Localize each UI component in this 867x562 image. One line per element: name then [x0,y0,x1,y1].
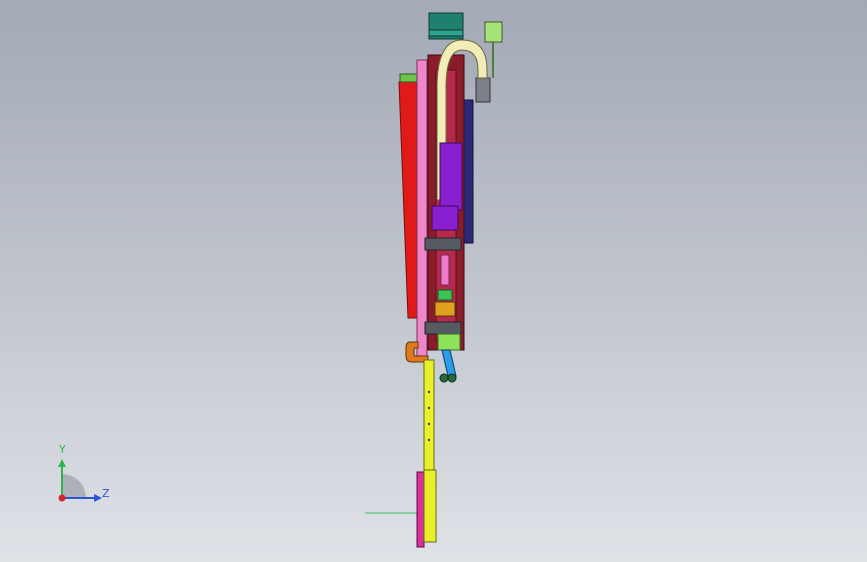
rod-hole [427,390,431,394]
rod-hole [427,422,431,426]
green-tab [399,73,419,83]
coordinate-triad [58,459,102,502]
cad-viewport[interactable]: Y Z [0,0,867,562]
clamp-upper [424,237,462,251]
triad-x-origin [58,494,66,502]
rod-hole [427,406,431,410]
green-connector [437,289,453,301]
triad-y-arrow [58,459,66,467]
motor-band [428,29,464,37]
sensor-box[interactable] [484,21,503,43]
magenta-plate[interactable] [416,471,425,548]
triad-z-arrow [94,494,102,502]
axis-y-label: Y [59,443,66,456]
pink-slider [440,254,450,286]
red-side-plate[interactable] [398,81,419,319]
purple-block[interactable] [431,205,459,231]
rod-hole [427,438,431,442]
lime-foot [437,333,461,351]
pivot-joint-2 [447,373,457,383]
purple-column[interactable] [439,142,463,211]
orange-block [434,301,456,317]
pivot-joint [439,373,449,383]
yellow-rod-lower[interactable] [423,469,437,543]
pink-frame[interactable] [416,59,428,361]
assembly-model[interactable] [0,0,867,562]
triad-quarter-disc [62,474,86,498]
blue-link[interactable] [441,349,457,377]
axis-z-label: Z [102,487,110,500]
clamp-lower [424,321,462,335]
gray-bracket [475,77,491,103]
